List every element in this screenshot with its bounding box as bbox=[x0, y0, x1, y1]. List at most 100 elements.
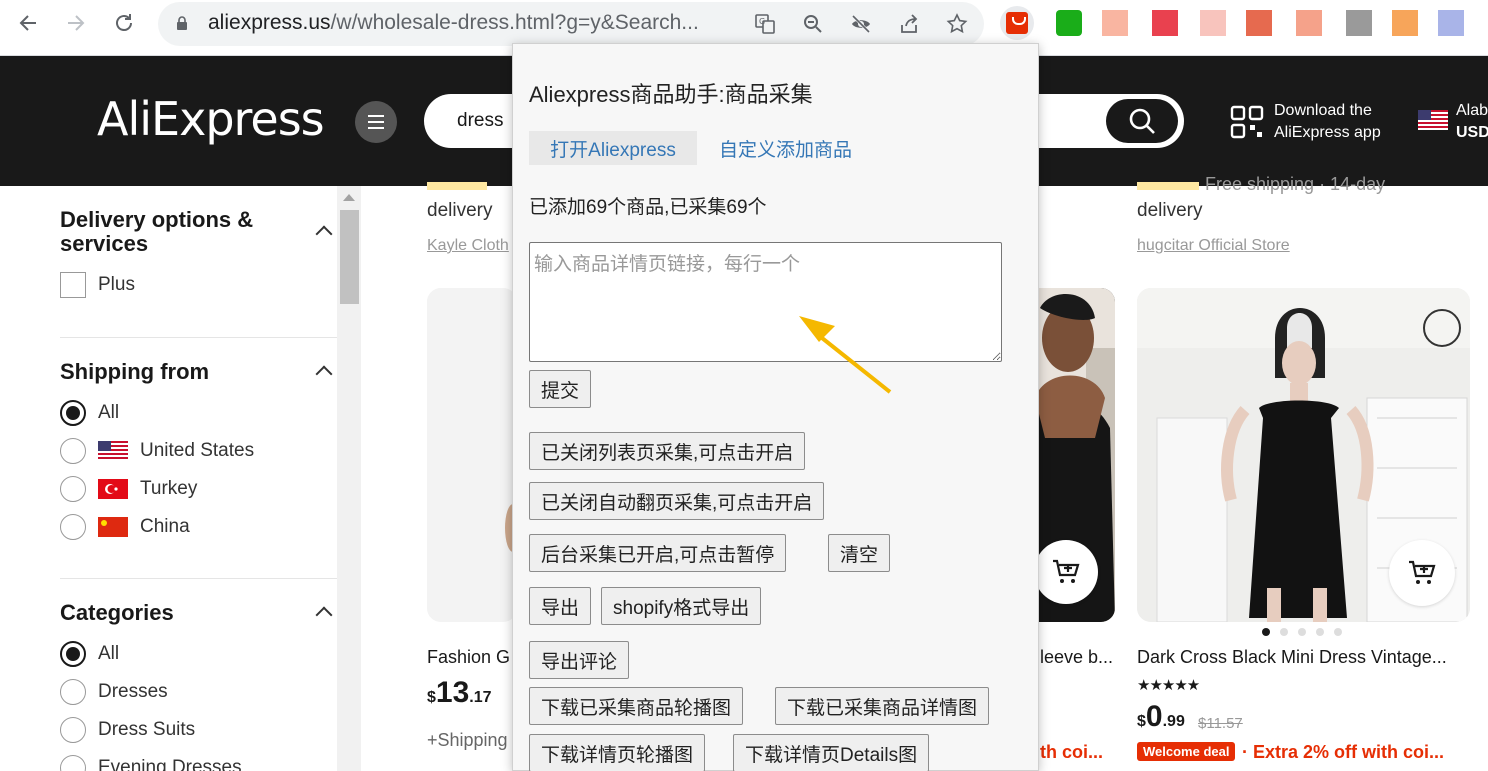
divider bbox=[60, 578, 337, 579]
shipping-option-all[interactable]: All bbox=[60, 400, 119, 426]
search-icon bbox=[1129, 108, 1155, 134]
product-price: $13.17 bbox=[427, 676, 492, 709]
product-price: $0.99 bbox=[1137, 700, 1185, 733]
submit-button[interactable]: 提交 bbox=[529, 370, 592, 408]
share-icon[interactable] bbox=[894, 10, 924, 38]
category-option-dress-suits[interactable]: Dress Suits bbox=[60, 717, 195, 743]
promo-text: · Extra 2% off with coi... bbox=[1242, 742, 1445, 762]
product-image[interactable] bbox=[427, 288, 517, 622]
extension-blurred-icon[interactable] bbox=[1392, 10, 1418, 36]
checkbox[interactable] bbox=[60, 272, 86, 298]
export-reviews-button[interactable]: 导出评论 bbox=[529, 641, 630, 679]
product-snippet: delivery bbox=[1137, 200, 1203, 221]
shipping-option-turkey[interactable]: Turkey bbox=[60, 476, 197, 502]
tab-open-aliexpress[interactable]: 打开Aliexpress bbox=[529, 131, 697, 165]
download-app-link[interactable]: Download the AliExpress app bbox=[1230, 100, 1381, 144]
extension-blurred-icon[interactable] bbox=[1102, 10, 1128, 36]
image-carousel-dots[interactable] bbox=[1262, 628, 1342, 636]
promo-text: th coi... bbox=[1040, 742, 1103, 762]
address-bar[interactable]: aliexpress.us/w/wholesale-dress.html?g=y… bbox=[158, 2, 984, 46]
china-flag-icon bbox=[98, 517, 128, 537]
radio[interactable] bbox=[60, 476, 86, 502]
forward-icon[interactable] bbox=[58, 8, 94, 38]
aliexpress-helper-extension-icon[interactable] bbox=[1000, 6, 1034, 40]
toggle-list-collect-button[interactable]: 已关闭列表页采集,可点击开启 bbox=[529, 432, 806, 470]
hide-eye-icon[interactable] bbox=[846, 10, 876, 38]
radio-selected[interactable] bbox=[60, 400, 86, 426]
toggle-auto-page-button[interactable]: 已关闭自动翻页采集,可点击开启 bbox=[529, 482, 825, 520]
product-image[interactable] bbox=[1137, 288, 1470, 622]
extension-blurred-icon[interactable] bbox=[1296, 10, 1322, 36]
filter-option-plus[interactable]: Plus bbox=[60, 272, 135, 298]
radio[interactable] bbox=[60, 514, 86, 540]
extension-blurred-icon[interactable] bbox=[1152, 10, 1178, 36]
chevron-up-icon[interactable] bbox=[315, 225, 333, 243]
add-to-cart-button[interactable] bbox=[1034, 540, 1098, 604]
extension-blurred-icon[interactable] bbox=[1246, 10, 1272, 36]
store-link[interactable]: Kayle Cloth bbox=[427, 237, 509, 255]
us-flag-icon bbox=[1418, 110, 1448, 130]
download-page-details-button[interactable]: 下载详情页Details图 bbox=[733, 734, 930, 771]
shipping-option-us[interactable]: United States bbox=[60, 438, 254, 464]
product-snippet-cut: Free shipping · 14-day bbox=[1205, 174, 1386, 194]
popup-title: Aliexpress商品助手:商品采集 bbox=[529, 82, 813, 107]
radio-selected[interactable] bbox=[60, 641, 86, 667]
export-button[interactable]: 导出 bbox=[529, 587, 592, 625]
tab-custom-add[interactable]: 自定义添加商品 bbox=[719, 131, 852, 165]
filter-title-categories: Categories bbox=[60, 600, 174, 625]
category-menu-button[interactable] bbox=[355, 101, 397, 143]
product-links-input[interactable] bbox=[529, 242, 1002, 362]
svg-text:G: G bbox=[759, 17, 765, 26]
bookmark-star-icon[interactable] bbox=[942, 10, 972, 38]
radio[interactable] bbox=[60, 438, 86, 464]
extension-blurred-icon[interactable] bbox=[1200, 10, 1226, 36]
filter-sidebar: Delivery options & services Plus Shippin… bbox=[0, 186, 362, 771]
category-option-dresses[interactable]: Dresses bbox=[60, 679, 168, 705]
shopify-export-button[interactable]: shopify格式导出 bbox=[601, 587, 762, 625]
chevron-up-icon[interactable] bbox=[315, 606, 333, 624]
qr-code-icon bbox=[1230, 105, 1264, 139]
download-page-carousel-button[interactable]: 下载详情页轮播图 bbox=[529, 734, 706, 771]
aliexpress-logo[interactable]: AliExpress bbox=[97, 92, 325, 146]
filter-title-delivery: Delivery options & services bbox=[60, 207, 254, 256]
download-collected-carousel-button[interactable]: 下载已采集商品轮播图 bbox=[529, 687, 744, 725]
filter-title-shipping: Shipping from bbox=[60, 359, 210, 384]
download-collected-detail-button[interactable]: 下载已采集商品详情图 bbox=[775, 687, 990, 725]
product-snippet: delivery bbox=[427, 200, 493, 221]
category-option-evening-dresses[interactable]: Evening Dresses bbox=[60, 755, 242, 771]
reload-icon[interactable] bbox=[106, 8, 142, 38]
extension-green-icon[interactable] bbox=[1056, 10, 1082, 36]
clear-button[interactable]: 清空 bbox=[828, 534, 891, 572]
translate-icon[interactable]: G bbox=[750, 10, 780, 38]
scroll-up-icon[interactable] bbox=[343, 194, 355, 201]
currency-label: USD bbox=[1456, 124, 1488, 141]
url-text: aliexpress.us/w/wholesale-dress.html?g=y… bbox=[208, 11, 699, 34]
app-line-2: AliExpress app bbox=[1274, 124, 1381, 141]
language-currency-selector[interactable]: Alab USD bbox=[1418, 100, 1488, 144]
add-to-cart-button[interactable] bbox=[1389, 540, 1455, 606]
product-title[interactable]: Dark Cross Black Mini Dress Vintage... bbox=[1137, 647, 1477, 668]
extension-blurred-icon[interactable] bbox=[1346, 10, 1372, 36]
rating-stars: ★★★★★ bbox=[1137, 677, 1200, 694]
store-link[interactable]: hugcitar Official Store bbox=[1137, 237, 1290, 255]
scrollbar-thumb[interactable] bbox=[340, 210, 359, 304]
chevron-up-icon[interactable] bbox=[315, 365, 333, 383]
zoom-icon[interactable] bbox=[798, 10, 828, 38]
search-input[interactable]: dress bbox=[457, 110, 503, 132]
back-icon[interactable] bbox=[10, 8, 46, 38]
radio[interactable] bbox=[60, 755, 86, 771]
original-price: $11.57 bbox=[1198, 715, 1243, 732]
shipping-info: +Shipping bbox=[427, 730, 508, 750]
divider bbox=[60, 337, 337, 338]
product-title[interactable]: leeve b... bbox=[1040, 647, 1120, 668]
radio[interactable] bbox=[60, 717, 86, 743]
extension-blurred-icon[interactable] bbox=[1438, 10, 1464, 36]
toggle-background-collect-button[interactable]: 后台采集已开启,可点击暂停 bbox=[529, 534, 787, 572]
search-button[interactable] bbox=[1106, 99, 1178, 143]
category-option-all[interactable]: All bbox=[60, 641, 119, 667]
hamburger-icon bbox=[368, 115, 384, 129]
product-title[interactable]: Fashion G bbox=[427, 647, 513, 668]
collection-status: 已添加69个商品,已采集69个 bbox=[529, 197, 767, 218]
radio[interactable] bbox=[60, 679, 86, 705]
shipping-option-china[interactable]: China bbox=[60, 514, 190, 540]
